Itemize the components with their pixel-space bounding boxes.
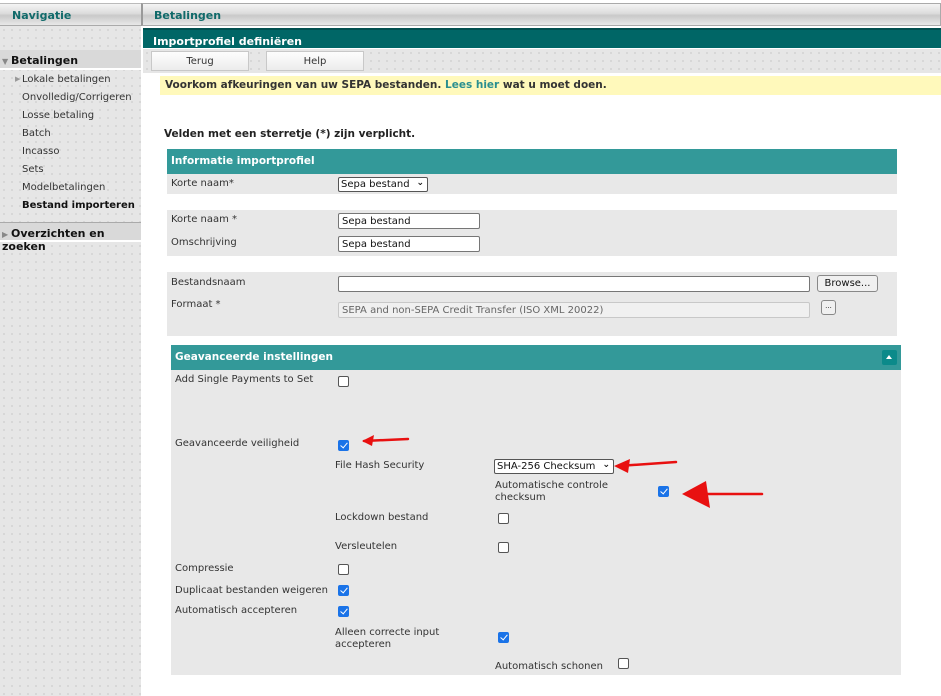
format-label: Formaat * <box>171 299 221 310</box>
sidebar-item-lokale-betalingen[interactable]: ▶ Lokale betalingen <box>15 74 111 85</box>
filename-input[interactable] <box>338 276 810 292</box>
section-header: Betalingen <box>141 3 941 26</box>
sidebar-body: ▼ Betalingen ▶ Lokale betalingen Onvolledi… <box>0 26 141 696</box>
toolbar: Terug Help <box>143 49 941 73</box>
reject-duplicates-label: Duplicaat bestanden weigeren <box>175 585 328 596</box>
sidebar: Navigatie ▼ Betalingen ▶ Lokale betalingen… <box>0 0 141 696</box>
annotation-arrow-icon <box>362 435 410 446</box>
info-panel-header: Informatie importprofiel <box>167 149 897 174</box>
info-panel: Korte naam* Sepa bestand ⌄ <box>167 174 897 194</box>
file-hash-security-label: File Hash Security <box>335 460 425 471</box>
lockdown-file-checkbox[interactable] <box>498 513 509 524</box>
encrypt-label: Versleutelen <box>335 541 398 552</box>
short-name-label: Korte naam * <box>171 214 238 225</box>
advanced-panel: Add Single Payments to Set Geavanceerde … <box>171 370 901 675</box>
nav-group-overzichten[interactable]: ▶ Overzichten en zoeken <box>0 222 141 253</box>
auto-checksum-label: Automatische controle checksum <box>495 480 608 504</box>
chevron-down-icon: ⌄ <box>602 460 610 470</box>
advanced-panel-header: Geavanceerde instellingen <box>171 345 901 370</box>
short-name-input[interactable]: Sepa bestand <box>338 213 480 229</box>
reject-duplicates-checkbox[interactable] <box>338 585 349 596</box>
chevron-down-icon: ⌄ <box>416 178 424 188</box>
nav-group-label: Betalingen <box>11 54 79 67</box>
nav-header: Navigatie <box>0 3 141 26</box>
auto-accept-checkbox[interactable] <box>338 606 349 617</box>
sidebar-item-bestand-importeren[interactable]: Bestand importeren <box>22 200 135 211</box>
format-field: SEPA and non-SEPA Credit Transfer (ISO X… <box>338 302 810 318</box>
add-single-payments-label: Add Single Payments to Set <box>175 374 314 385</box>
auto-clean-label: Automatisch schonen <box>495 661 604 672</box>
nav-group-betalingen[interactable]: ▼ Betalingen <box>0 50 141 70</box>
sidebar-item-batch[interactable]: Batch <box>22 128 51 139</box>
auto-accept-label: Automatisch accepteren <box>175 605 298 616</box>
chevron-down-icon: ▼ <box>2 57 9 66</box>
encrypt-checkbox[interactable] <box>498 542 509 553</box>
auto-checksum-label-line1: Automatische controle <box>495 480 608 491</box>
sidebar-item-onvolledig[interactable]: Onvolledig/Corrigeren <box>22 92 132 103</box>
sidebar-item-losse-betaling[interactable]: Losse betaling <box>22 110 94 121</box>
chevron-right-icon: ▶ <box>15 75 21 83</box>
name-panel: Korte naam * Sepa bestand Omschrijving S… <box>167 210 897 256</box>
accept-correct-only-line2: accepteren <box>335 639 392 650</box>
back-button[interactable]: Terug <box>151 51 249 71</box>
add-single-payments-checkbox[interactable] <box>338 376 349 387</box>
required-fields-note: Velden met een sterretje (*) zijn verpli… <box>164 128 416 140</box>
description-label: Omschrijving <box>171 237 237 248</box>
annotation-arrow-icon <box>682 481 764 508</box>
compression-checkbox[interactable] <box>338 564 349 575</box>
profile-select[interactable]: Sepa bestand ⌄ <box>338 177 428 192</box>
format-picker-button[interactable]: ... <box>821 300 836 315</box>
description-input[interactable]: Sepa bestand <box>338 236 480 252</box>
collapse-up-icon[interactable] <box>882 350 897 365</box>
filename-label: Bestandsnaam <box>171 277 246 288</box>
advanced-security-checkbox[interactable] <box>338 440 349 451</box>
auto-checksum-label-line2: checksum <box>495 492 546 503</box>
file-hash-security-value: SHA-256 Checksum <box>497 461 596 472</box>
advanced-security-label: Geavanceerde veiligheid <box>175 438 300 449</box>
browse-button[interactable]: Browse... <box>817 275 878 292</box>
sidebar-item-sets[interactable]: Sets <box>22 164 44 175</box>
accept-correct-only-checkbox[interactable] <box>498 632 509 643</box>
page-title: Importprofiel definiëren <box>143 28 941 48</box>
profile-select-value: Sepa bestand <box>341 179 410 190</box>
notice-text: Voorkom afkeuringen van uw SEPA bestande… <box>165 79 442 91</box>
compression-label: Compressie <box>175 563 234 574</box>
chevron-right-icon: ▶ <box>2 230 9 239</box>
file-panel: Bestandsnaam Browse... Formaat * SEPA an… <box>167 272 897 336</box>
profile-select-label: Korte naam* <box>171 178 234 189</box>
nav-group-label: Overzichten en zoeken <box>2 227 105 253</box>
accept-correct-only-line1: Alleen correcte input <box>335 627 440 638</box>
sidebar-item-modelbetalingen[interactable]: Modelbetalingen <box>22 182 105 193</box>
notice-text-after: wat u moet doen. <box>502 79 607 91</box>
file-hash-security-select[interactable]: SHA-256 Checksum ⌄ <box>494 459 614 474</box>
sidebar-item-incasso[interactable]: Incasso <box>22 146 59 157</box>
help-button[interactable]: Help <box>266 51 364 71</box>
annotation-arrow-icon <box>614 459 678 473</box>
auto-clean-checkbox[interactable] <box>618 658 629 669</box>
sidebar-item-label: Lokale betalingen <box>22 74 111 85</box>
auto-checksum-checkbox[interactable] <box>658 486 669 497</box>
sepa-notice: Voorkom afkeuringen van uw SEPA bestande… <box>160 76 941 95</box>
accept-correct-only-label: Alleen correcte input accepteren <box>335 627 439 651</box>
read-here-link[interactable]: Lees hier <box>445 79 499 91</box>
lockdown-file-label: Lockdown bestand <box>335 512 429 523</box>
